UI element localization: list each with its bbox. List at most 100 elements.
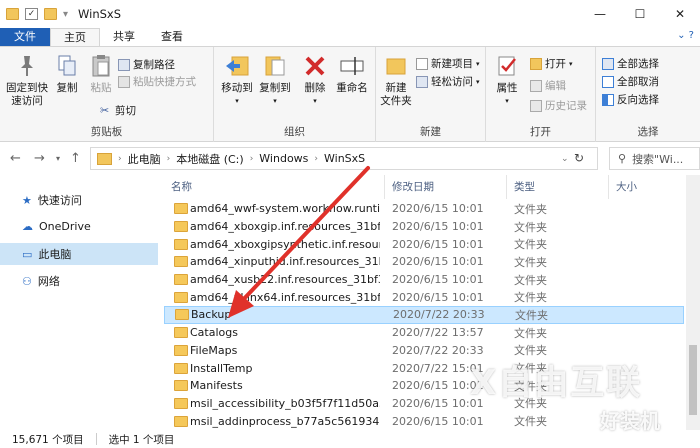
select-all-icon <box>602 57 614 70</box>
organize-group: 移动到 ▾ 复制到 ▾ 删除 ▾ 重命名 组织 <box>214 47 376 143</box>
new-folder-icon <box>383 53 409 79</box>
new-item-button[interactable]: 新建项目 ▾ <box>416 56 480 71</box>
paste-icon <box>88 53 114 79</box>
search-icon: ⚲ <box>618 152 627 165</box>
ribbon-tabs: 文件 主页 共享 查看 ⌄ ? <box>0 28 700 46</box>
tab-view[interactable]: 查看 <box>148 28 196 46</box>
column-header-size[interactable]: 大小 <box>608 175 684 199</box>
folder-icon <box>174 291 188 303</box>
nav-item-this-pc[interactable]: ▭ 此电脑 <box>0 243 158 265</box>
table-row[interactable]: Catalogs 2020/7/22 13:57 文件夹 <box>164 324 684 342</box>
up-arrow-icon[interactable]: ↑ <box>70 151 81 166</box>
table-row[interactable]: amd64_ykinx64.inf.resources_31bf385...20… <box>164 288 684 306</box>
paste-shortcut-button[interactable]: 粘贴快捷方式 <box>118 74 196 89</box>
column-header-modified[interactable]: 修改日期 <box>384 175 506 199</box>
table-row[interactable]: amd64_xboxgipsynthetic.inf.resource...20… <box>164 235 684 253</box>
new-item-dropdown-icon: ▾ <box>476 59 480 68</box>
folder-icon <box>174 415 188 427</box>
nav-item-quick-access[interactable]: ★ 快速访问 <box>0 189 158 211</box>
edit-button[interactable]: 编辑 <box>530 78 566 93</box>
refresh-icon[interactable]: ↻ <box>574 151 584 165</box>
navigation-pane: ★ 快速访问 ☁ OneDrive ▭ 此电脑 ⚇ 网络 <box>0 175 160 430</box>
history-button[interactable]: 历史记录 <box>530 98 587 113</box>
close-button[interactable]: ✕ <box>660 0 700 28</box>
breadcrumb-local-disk[interactable]: 本地磁盘 (C:) <box>176 151 243 167</box>
chevron-right-icon: › <box>249 153 254 164</box>
quick-access-toolbar: ✓ ▾ <box>0 8 68 20</box>
tab-file[interactable]: 文件 <box>0 28 50 46</box>
copy-to-dropdown-icon: ▾ <box>273 97 277 105</box>
address-bar[interactable]: › 此电脑 › 本地磁盘 (C:) › Windows › WinSxS ⌄ <box>90 147 598 170</box>
open-button[interactable]: 打开 ▾ <box>530 56 573 71</box>
move-to-button[interactable]: 移动到 ▾ <box>218 53 256 108</box>
open-group: 属性 ▾ 打开 ▾ 编辑 历史记录 打开 <box>486 47 596 143</box>
maximize-button[interactable]: ☐ <box>620 0 660 28</box>
folder-icon <box>6 8 19 20</box>
new-folder-quick-button[interactable] <box>44 8 57 20</box>
paste-shortcut-icon <box>118 75 130 88</box>
network-icon: ⚇ <box>22 274 32 288</box>
open-icon <box>530 57 542 70</box>
watermark-logo-secondary: 好装机 <box>600 409 660 433</box>
copy-button[interactable]: 复制 <box>52 53 82 95</box>
copy-to-button[interactable]: 复制到 ▾ <box>256 53 294 108</box>
invert-selection-icon <box>602 93 614 106</box>
nav-item-onedrive[interactable]: ☁ OneDrive <box>0 215 158 237</box>
delete-x-icon <box>302 53 328 79</box>
scrollbar-thumb[interactable] <box>689 345 697 415</box>
vertical-scrollbar[interactable] <box>686 175 700 430</box>
tab-share[interactable]: 共享 <box>100 28 148 46</box>
back-arrow-icon[interactable]: ← <box>10 151 21 166</box>
invert-selection-button[interactable]: 反向选择 <box>602 92 659 107</box>
new-group-label: 新建 <box>420 126 441 138</box>
column-header-name[interactable]: 名称 <box>164 175 384 199</box>
pin-quick-access-button[interactable]: 固定到快 速访问 <box>4 53 50 108</box>
nav-item-network[interactable]: ⚇ 网络 <box>0 270 158 292</box>
open-dropdown-icon: ▾ <box>569 59 573 68</box>
history-icon <box>530 99 542 112</box>
breadcrumb-this-pc[interactable]: 此电脑 <box>128 151 161 167</box>
cloud-icon: ☁ <box>22 219 33 233</box>
folder-icon <box>174 397 188 409</box>
new-group: 新建 文件夹 新建项目 ▾ 轻松访问 ▾ 新建 <box>376 47 486 143</box>
move-to-dropdown-icon: ▾ <box>235 97 239 105</box>
delete-dropdown-icon: ▾ <box>313 97 317 105</box>
table-row[interactable]: amd64_xboxgip.inf.resources_31bf38...202… <box>164 218 684 236</box>
delete-button[interactable]: 删除 ▾ <box>300 53 330 108</box>
properties-dropdown-icon: ▾ <box>505 97 509 105</box>
breadcrumb-winsxs[interactable]: WinSxS <box>324 152 365 165</box>
minimize-button[interactable]: — <box>580 0 620 28</box>
select-none-button[interactable]: 全部取消 <box>602 74 659 89</box>
search-input[interactable]: ⚲ 搜索"Wi... <box>609 147 700 170</box>
properties-quick-button[interactable]: ✓ <box>25 8 38 20</box>
chevron-down-icon[interactable]: ⌄ <box>561 154 569 164</box>
breadcrumb-windows[interactable]: Windows <box>259 152 308 165</box>
properties-button[interactable]: 属性 ▾ <box>492 53 522 108</box>
chevron-right-icon: › <box>118 153 122 164</box>
copy-path-button[interactable]: 复制路径 <box>118 57 175 72</box>
easy-access-button[interactable]: 轻松访问 ▾ <box>416 74 480 89</box>
ribbon: 固定到快 速访问 复制 粘贴 复制路径 粘贴快捷方式 ✂ 剪切 剪贴板 移动到 … <box>0 46 700 143</box>
easy-access-dropdown-icon: ▾ <box>476 77 480 86</box>
forward-arrow-icon[interactable]: → <box>34 151 45 166</box>
folder-icon <box>175 309 189 321</box>
table-row[interactable]: amd64_xinputhid.inf.resources_31bf38...2… <box>164 253 684 271</box>
rename-button[interactable]: 重命名 <box>332 53 372 95</box>
paste-button[interactable]: 粘贴 <box>86 53 116 95</box>
column-header-type[interactable]: 类型 <box>506 175 608 199</box>
selected-count: 选中 1 个项目 <box>108 433 175 446</box>
open-group-label: 打开 <box>530 126 551 138</box>
new-folder-button[interactable]: 新建 文件夹 <box>378 53 414 108</box>
title-bar: ✓ ▾ WinSxS — ☐ ✕ <box>0 0 700 28</box>
recent-locations-icon[interactable]: ▾ <box>56 154 60 163</box>
computer-icon: ▭ <box>22 247 33 261</box>
help-icon[interactable]: ⌄ ? <box>677 30 694 41</box>
table-row-selected[interactable]: Backup 2020/7/22 20:33 文件夹 <box>164 306 684 324</box>
customize-quick-access-icon[interactable]: ▾ <box>63 9 68 20</box>
table-row[interactable]: amd64_xusb22.inf.resources_31bf385...202… <box>164 271 684 289</box>
table-row[interactable]: amd64_wwf-system.workflow.runtime...2020… <box>164 200 684 218</box>
select-all-button[interactable]: 全部选择 <box>602 56 659 71</box>
tab-home[interactable]: 主页 <box>50 28 100 46</box>
cut-button[interactable]: ✂ 剪切 <box>100 103 136 118</box>
clipboard-group: 固定到快 速访问 复制 粘贴 复制路径 粘贴快捷方式 ✂ 剪切 剪贴板 <box>0 47 214 143</box>
